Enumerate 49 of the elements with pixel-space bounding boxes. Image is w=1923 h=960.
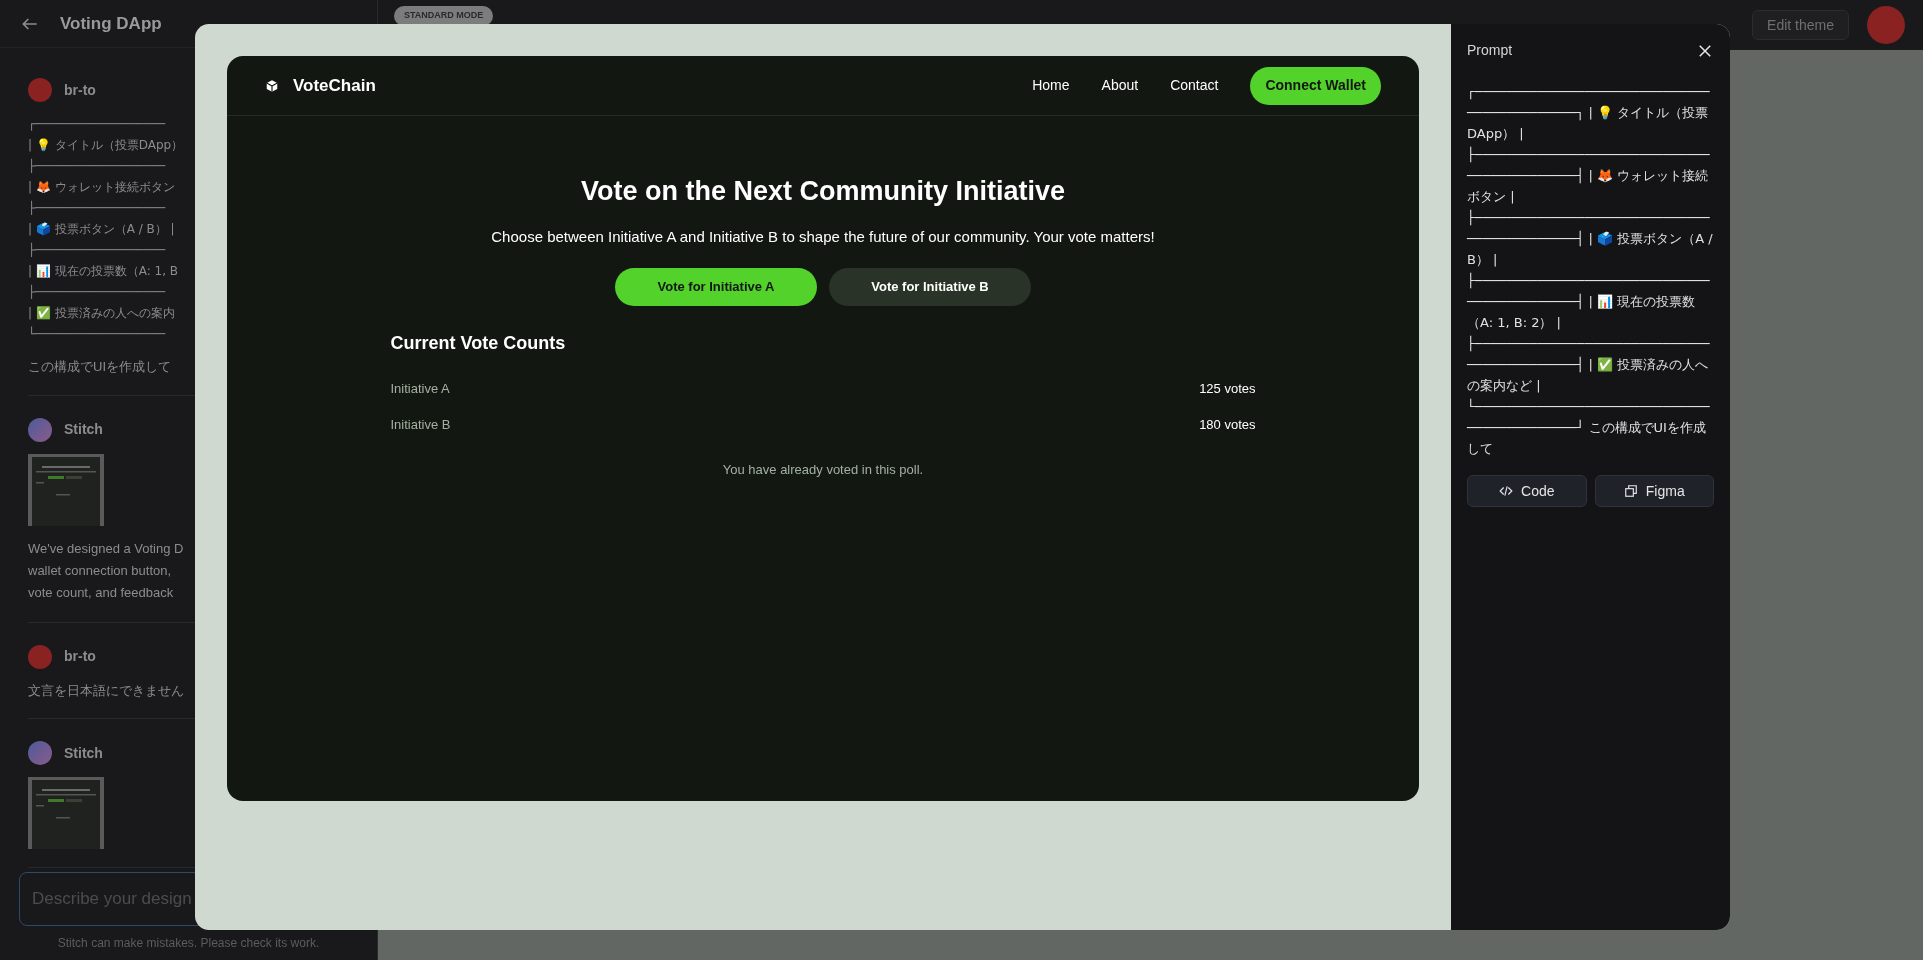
- nav-link[interactable]: About: [1101, 75, 1139, 96]
- prompt-text: ┌────────────────────────────────────────────┐ | 💡 タイトル（投票DApp） | ├────────────────────────────────────────────┤ | 🦊 ウォレット接続ボタン | ├────────────────────────────────────────────┤ | 🗳 投票ボタン（A / B） | ├────────────────────────────────────────────┤ | 📊 現在の投票数（A: 1, B: 2） | ├────────────────────────────────────────────┤ | ✅ 投票済みの人への案内など | └────────────────────────────────────────────┘ この構成でUIを作成して: [1467, 83, 1714, 458]
- mode-badge: STANDARD MODE: [394, 6, 494, 26]
- disclaimer-text: Stitch can make mistakes. Please check its work.: [57, 935, 320, 952]
- vote-button[interactable]: Vote for Initiative B: [829, 268, 1031, 306]
- panel-title: Prompt: [1467, 41, 1513, 60]
- avatar: [28, 78, 52, 102]
- prompt-line: └──────────────────: [28, 325, 166, 343]
- prompt-line: | 🦊 ウォレット接続ボタン: [28, 179, 175, 196]
- message-text: この構成でUIを作成して: [28, 358, 171, 376]
- prompt-line: ┌──────────────────: [28, 116, 166, 133]
- nav-link[interactable]: Home: [1032, 75, 1070, 96]
- prompt-line: ├──────────────────: [28, 199, 166, 217]
- prompt-line: | 💡 タイトル（投票DApp）: [28, 137, 184, 154]
- voted-notice: You have already voted in this poll.: [722, 461, 924, 479]
- prompt-line: ├──────────────────: [28, 157, 166, 175]
- prompt-line: | ✅ 投票済みの人への案内: [28, 305, 175, 322]
- author-name: br-to: [64, 80, 96, 100]
- author-name: Stitch: [64, 743, 103, 763]
- avatar: [28, 417, 52, 442]
- message-text: We've designed a Voting D: [28, 539, 184, 558]
- vote-count: 180 votes: [1199, 415, 1256, 434]
- page-heading: Vote on the Next Community Initiative: [580, 175, 1066, 208]
- figma-button[interactable]: Figma: [1594, 475, 1714, 507]
- page-subheading: Choose between Initiative A and Initiative B to shape the future of our community. Your vote matters!: [491, 226, 1155, 247]
- prompt-line: | 📊 現在の投票数（A: 1, B: [28, 263, 179, 280]
- initiative-name: Initiative A: [390, 380, 450, 398]
- prompt-line: ├──────────────────: [28, 241, 166, 259]
- message-text: vote count, and feedback: [28, 583, 174, 602]
- nav-link[interactable]: Contact: [1170, 75, 1219, 96]
- copy-icon: [1623, 484, 1638, 498]
- brand-name: VoteChain: [293, 74, 376, 97]
- code-icon: [1499, 484, 1513, 498]
- initiative-name: Initiative B: [390, 415, 451, 434]
- author-name: br-to: [64, 647, 96, 666]
- connect-wallet-button[interactable]: Connect Wallet: [1250, 66, 1381, 105]
- vote-count: 125 votes: [1199, 380, 1256, 398]
- project-title: Voting DApp: [60, 12, 162, 35]
- prompt-line: | 🗳 投票ボタン（A / B） |: [28, 221, 175, 238]
- author-name: Stitch: [64, 420, 103, 439]
- message-text: wallet connection button,: [28, 561, 172, 580]
- message-text: 文言を日本語にできません: [28, 681, 184, 700]
- avatar: [28, 741, 52, 765]
- avatar: [28, 644, 52, 669]
- vote-button[interactable]: Vote for Initiative A: [615, 268, 817, 306]
- cube-icon: [265, 78, 279, 93]
- prompt-line: ├──────────────────: [28, 283, 166, 301]
- section-heading: Current Vote Counts: [390, 332, 566, 355]
- code-button[interactable]: Code: [1467, 475, 1587, 507]
